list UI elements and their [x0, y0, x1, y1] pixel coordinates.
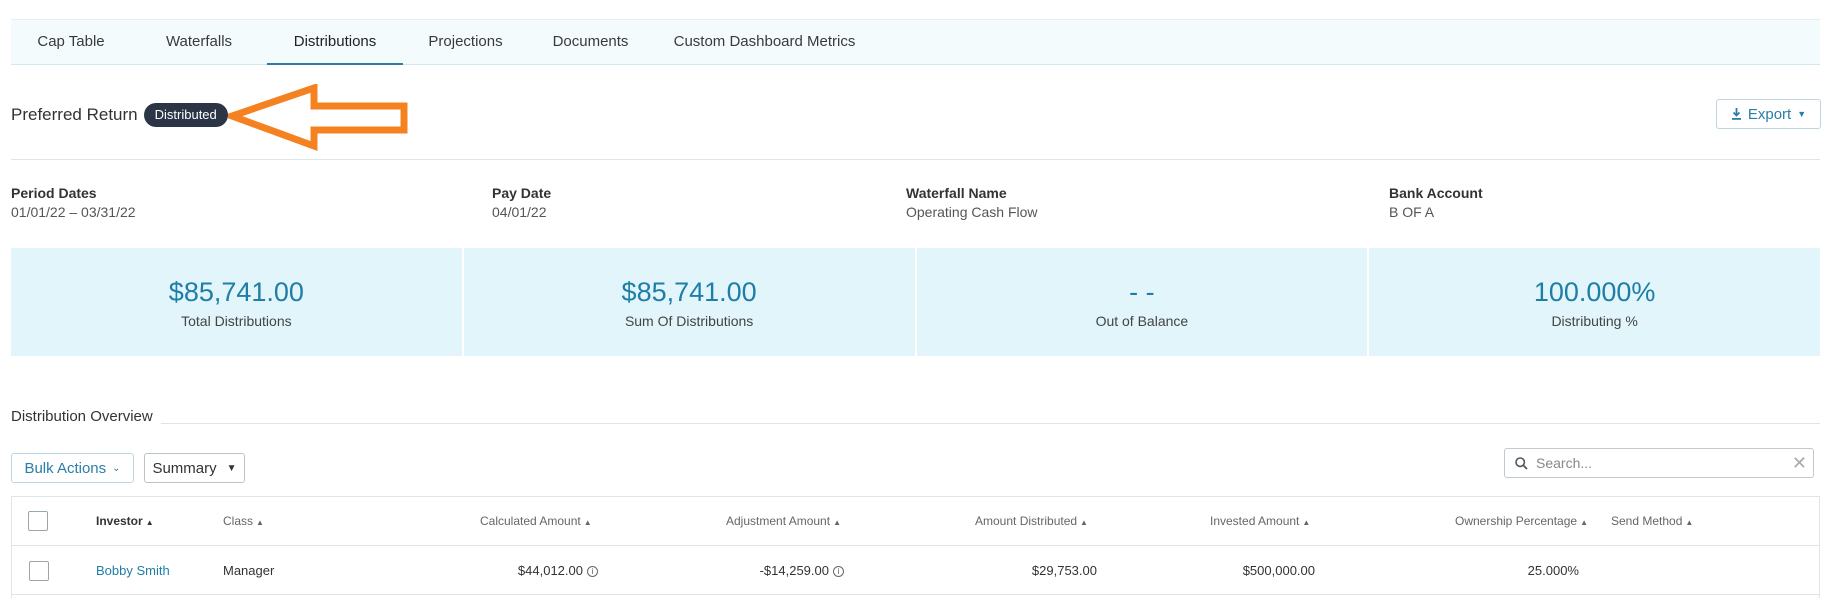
summary-select[interactable]: Summary ▼	[144, 453, 245, 483]
sort-up-icon: ▲	[1685, 518, 1694, 527]
meta-value: 01/01/22 – 03/31/22	[11, 204, 136, 220]
calculated-amount-cell: $44,012.00 i	[518, 563, 598, 578]
investor-link[interactable]: Bobby Smith	[96, 563, 170, 578]
caret-down-icon: ▼	[226, 462, 237, 474]
column-header-label: Class	[223, 514, 254, 528]
meta-label: Waterfall Name	[906, 185, 1007, 201]
meta-label: Pay Date	[492, 185, 552, 201]
stat-label: Distributing %	[1551, 313, 1638, 329]
search-box: ✕	[1504, 448, 1814, 478]
tab-documents[interactable]: Documents	[528, 20, 653, 65]
column-header-invested-amount[interactable]: Invested Amount ▲	[1210, 514, 1310, 528]
arrow-annotation	[228, 84, 408, 152]
export-label: Export	[1747, 105, 1792, 123]
stats-panel: $85,741.00 Total Distributions $85,741.0…	[11, 248, 1820, 356]
sort-up-icon: ▲	[583, 518, 592, 527]
class-cell: Manager	[223, 563, 275, 578]
tab-bar: Cap Table Waterfalls Distributions Proje…	[11, 19, 1820, 65]
clear-icon[interactable]: ✕	[1792, 454, 1807, 472]
summary-label: Summary	[152, 459, 217, 477]
column-header-send-method[interactable]: Send Method ▲	[1611, 514, 1693, 528]
column-header-label: Amount Distributed	[975, 514, 1078, 528]
column-header-label: Send Method	[1611, 514, 1683, 528]
meta-value: 04/01/22	[492, 204, 547, 220]
chevron-down-icon: ⌄	[112, 462, 121, 474]
cell-value: $44,012.00	[517, 563, 583, 578]
tab-cap-table[interactable]: Cap Table	[11, 20, 131, 65]
tab-projections[interactable]: Projections	[403, 20, 528, 65]
row-checkbox[interactable]	[29, 561, 49, 581]
stat-value: - -	[1129, 277, 1155, 307]
column-header-label: Ownership Percentage	[1455, 514, 1578, 528]
stat-label: Out of Balance	[1095, 313, 1189, 329]
stat-label: Sum Of Distributions	[624, 313, 754, 329]
bulk-actions-label: Bulk Actions	[24, 459, 107, 477]
ownership-percentage-cell: 25.000%	[1527, 563, 1579, 578]
column-header-amount-distributed[interactable]: Amount Distributed ▲	[975, 514, 1088, 528]
search-input[interactable]	[1536, 455, 1786, 471]
bulk-actions-button[interactable]: Bulk Actions ⌄	[11, 453, 134, 483]
sort-up-icon: ▲	[1580, 518, 1588, 527]
column-header-investor[interactable]: Investor ▲	[96, 514, 154, 528]
column-header-label: Calculated Amount	[480, 514, 581, 528]
meta-value: B OF A	[1389, 204, 1435, 220]
tab-custom-dashboard-metrics[interactable]: Custom Dashboard Metrics	[653, 20, 876, 65]
tab-waterfalls[interactable]: Waterfalls	[131, 20, 267, 65]
column-header-label: Invested Amount	[1210, 514, 1300, 528]
caret-down-icon: ▼	[1797, 109, 1807, 119]
column-header-ownership-percentage[interactable]: Ownership Percentage ▲	[1455, 514, 1588, 528]
meta-period: Period Dates 01/01/22 – 03/31/22	[11, 184, 136, 222]
stat-total-distributions: $85,741.00 Total Distributions	[11, 248, 464, 356]
meta-label: Bank Account	[1389, 185, 1483, 201]
table-header: Investor ▲ Class ▲ Calculated Amount ▲ Adju…	[12, 497, 1819, 546]
column-header-calculated-amount[interactable]: Calculated Amount ▲	[480, 514, 592, 528]
info-icon[interactable]: i	[833, 566, 844, 578]
stat-value: $85,741.00	[168, 277, 304, 307]
sort-up-icon: ▲	[256, 518, 264, 527]
page-header: Preferred Return Distributed	[11, 100, 228, 130]
sort-up-icon: ▲	[833, 518, 841, 527]
column-header-label: Adjustment Amount	[726, 514, 831, 528]
export-button[interactable]: Export ▼	[1716, 99, 1821, 129]
sort-up-icon: ▲	[1302, 518, 1311, 527]
adjustment-amount-cell: -$14,259.00 i	[760, 563, 844, 578]
invested-amount-cell: $500,000.00	[1242, 563, 1315, 578]
section-title: Distribution Overview	[11, 408, 161, 425]
sort-up-icon: ▲	[145, 518, 154, 527]
tab-distributions[interactable]: Distributions	[267, 20, 403, 65]
select-all-checkbox[interactable]	[28, 511, 48, 531]
stat-distributing-percent: 100.000% Distributing %	[1369, 248, 1820, 356]
divider	[11, 159, 1820, 160]
stat-label: Total Distributions	[181, 313, 292, 329]
meta-value: Operating Cash Flow	[906, 204, 1038, 220]
column-header-adjustment-amount[interactable]: Adjustment Amount ▲	[726, 514, 841, 528]
stat-out-of-balance: - - Out of Balance	[917, 248, 1370, 356]
meta-label: Period Dates	[11, 185, 97, 201]
status-badge: Distributed	[143, 103, 228, 127]
stat-sum-of-distributions: $85,741.00 Sum Of Distributions	[464, 248, 917, 356]
distribution-table: Investor ▲ Class ▲ Calculated Amount ▲ Adju…	[11, 496, 1820, 598]
sort-up-icon: ▲	[1080, 518, 1088, 527]
cell-value: -$14,259.00	[759, 563, 829, 578]
column-header-label: Investor	[96, 514, 143, 528]
page-title: Preferred Return	[11, 105, 138, 124]
meta-pay-date: Pay Date 04/01/22	[492, 184, 551, 222]
search-icon	[1515, 456, 1528, 470]
meta-bank-account: Bank Account B OF A	[1389, 184, 1483, 222]
stat-value: 100.000%	[1533, 277, 1656, 307]
download-icon	[1731, 108, 1741, 120]
divider	[11, 423, 1820, 424]
table-row: Bobby Smith Manager $44,012.00 i -$14,259…	[12, 547, 1819, 595]
amount-distributed-cell: $29,753.00	[1031, 563, 1097, 578]
info-icon[interactable]: i	[587, 566, 598, 578]
stat-value: $85,741.00	[621, 277, 757, 307]
meta-waterfall: Waterfall Name Operating Cash Flow	[906, 184, 1038, 222]
column-header-class[interactable]: Class ▲	[223, 514, 264, 528]
